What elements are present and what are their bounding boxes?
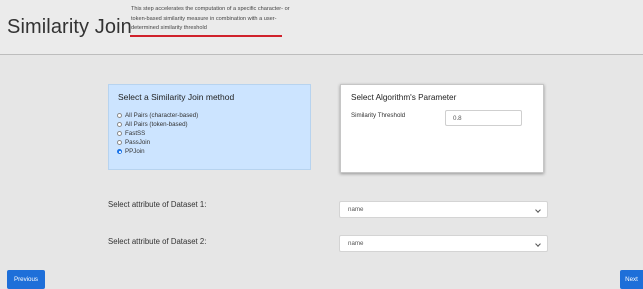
- method-option-ppjoin[interactable]: PPJoin: [117, 147, 198, 156]
- radio-button[interactable]: [117, 131, 122, 136]
- next-button[interactable]: Next: [620, 270, 643, 289]
- radio-button[interactable]: [117, 140, 122, 145]
- method-option-label: PassJoin: [125, 139, 151, 146]
- method-panel-heading: Select a Similarity Join method: [118, 92, 235, 102]
- radio-button[interactable]: [117, 122, 122, 127]
- similarity-join-method-panel: Select a Similarity Join method All Pair…: [108, 84, 311, 170]
- method-option-all-pairs-character[interactable]: All Pairs (character-based): [117, 111, 198, 120]
- similarity-threshold-input[interactable]: [445, 110, 522, 126]
- similarity-threshold-label: Similarity Threshold: [351, 112, 406, 119]
- step-description: This step accelerates the computation of…: [131, 6, 290, 31]
- main-content: [0, 56, 643, 289]
- method-option-label: FastSS: [125, 130, 146, 137]
- parameter-panel-heading: Select Algorithm's Parameter: [351, 93, 457, 102]
- method-option-label: PPJoin: [125, 148, 145, 155]
- method-option-label: All Pairs (token-based): [125, 121, 188, 128]
- description-underline: [130, 35, 282, 37]
- dataset1-selected-value: name: [348, 206, 364, 213]
- method-option-fastss[interactable]: FastSS: [117, 129, 198, 138]
- dataset1-attribute-select[interactable]: name: [339, 201, 548, 218]
- dataset2-attribute-select[interactable]: name: [339, 235, 548, 252]
- previous-button[interactable]: Previous: [7, 270, 45, 289]
- algorithm-parameter-panel: Select Algorithm's Parameter Similarity …: [340, 84, 544, 173]
- dataset1-attribute-label: Select attribute of Dataset 1:: [108, 200, 207, 209]
- method-option-passjoin[interactable]: PassJoin: [117, 138, 198, 147]
- radio-button-selected[interactable]: [117, 149, 122, 154]
- dataset2-selected-value: name: [348, 240, 364, 247]
- method-option-label: All Pairs (character-based): [125, 112, 199, 119]
- chevron-down-icon: [535, 241, 541, 247]
- page-title: Similarity Join: [7, 16, 132, 38]
- dataset2-attribute-label: Select attribute of Dataset 2:: [108, 237, 207, 246]
- method-radio-group: All Pairs (character-based) All Pairs (t…: [117, 111, 198, 156]
- chevron-down-icon: [535, 207, 541, 213]
- page-header: Similarity Join This step accelerates th…: [0, 0, 643, 55]
- radio-button[interactable]: [117, 113, 122, 118]
- method-option-all-pairs-token[interactable]: All Pairs (token-based): [117, 120, 198, 129]
